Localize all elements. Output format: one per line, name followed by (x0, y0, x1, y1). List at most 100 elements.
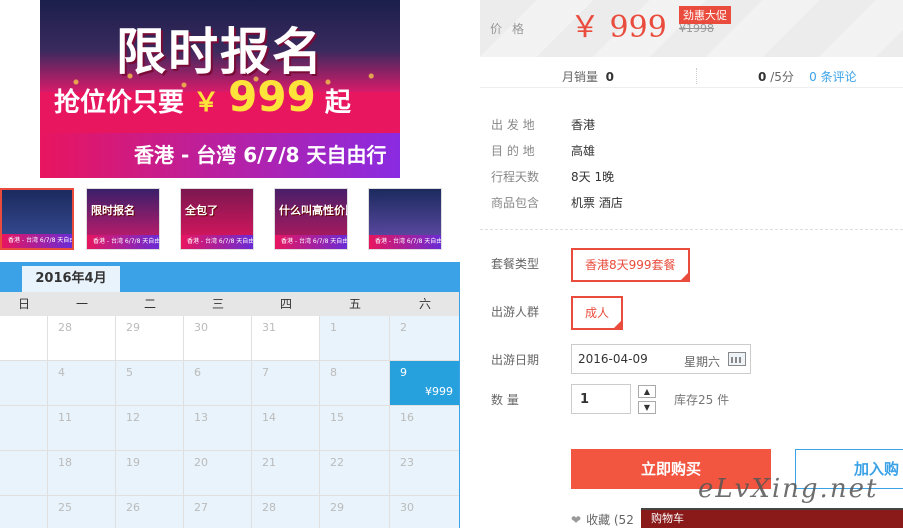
calendar-day-cell[interactable]: 25 (48, 496, 116, 528)
calendar-day-cell[interactable]: 31 (252, 316, 320, 361)
calendar-day-cell[interactable] (0, 451, 48, 496)
favorite-link[interactable]: ❤ 收藏 (52 (571, 511, 634, 528)
sales-stats: 月销量 0 0 /5分 0 条评论 (480, 62, 903, 88)
calendar-day-cell[interactable]: 9 ¥999 (390, 361, 460, 406)
calendar-day-cell[interactable]: 8 (320, 361, 390, 406)
calendar-day-cell[interactable]: 1 (320, 316, 390, 361)
package-option-button[interactable]: 香港8天999套餐 ✓ (571, 248, 690, 282)
info-row-duration: 行程天数 8天 1晚 (491, 164, 891, 190)
thumbnail-5[interactable]: 香港 - 台湾 6/7/8 天自由行 (368, 188, 442, 250)
thumbnail-bar: 香港 - 台湾 6/7/8 天自由行 (181, 235, 253, 249)
stock-text: 库存25 件 (674, 393, 730, 407)
review-link[interactable]: 0 条评论 (809, 70, 856, 84)
trip-info: 出 发 地 香港 目 的 地 高雄 行程天数 8天 1晚 商品包含 机票 酒店 (491, 112, 891, 216)
calendar-day-cell[interactable]: 23 (390, 451, 460, 496)
calendar-day-number: 6 (194, 366, 201, 379)
weekday-sat: 六 (418, 297, 431, 311)
calendar-day-cell[interactable]: 14 (252, 406, 320, 451)
calendar-day-cell[interactable] (0, 361, 48, 406)
calendar-day-cell[interactable] (0, 496, 48, 528)
info-row-includes: 商品包含 机票 酒店 (491, 190, 891, 216)
calendar-day-cell[interactable]: 12 (116, 406, 184, 451)
price-box: 价格 ￥ 999 劲惠大促 ¥1998 (480, 0, 903, 57)
calendar-day-cell[interactable]: 28 (48, 316, 116, 361)
date-label: 出游日期 (491, 353, 540, 367)
calendar-day-number: 30 (400, 501, 414, 514)
rating-value: 0 (758, 70, 767, 84)
info-value: 香港 (571, 118, 596, 132)
info-value: 高雄 (571, 144, 596, 158)
promo-banner[interactable]: 限时报名 抢位价只要 ￥ 999 起 香港 - 台湾 6/7/8 天自由行 (40, 0, 400, 178)
thumbnail-bar: 香港 - 台湾 6/7/8 天自由行 (87, 235, 159, 249)
quantity-input[interactable]: 1 (571, 384, 631, 414)
cart-tip-bar[interactable]: 购物车 (641, 508, 903, 528)
calendar-day-cell[interactable]: 11 (48, 406, 116, 451)
thumbnail-bar: 香港 - 台湾 6/7/8 天自由行 (369, 235, 441, 249)
thumbnail-1[interactable]: 香港 - 台湾 6/7/8 天自由行 (0, 188, 74, 250)
calendar-day-number: 2 (400, 321, 407, 334)
calendar-day-cell[interactable]: 2 (390, 316, 460, 361)
review-suffix: 条评论 (820, 70, 857, 84)
calendar-month-tab[interactable]: 2016年4月 (22, 266, 120, 292)
monthly-sales: 月销量 0 (562, 68, 614, 85)
thumbnail-text: 全包了 (185, 204, 218, 217)
calendar-day-cell[interactable]: 5 (116, 361, 184, 406)
quantity-increment-button[interactable]: ▲ (638, 385, 656, 398)
travel-date-input[interactable]: 2016-04-09 星期六 (571, 344, 751, 374)
monthly-sales-label: 月销量 (562, 70, 599, 84)
calendar-day-number: 28 (58, 321, 72, 334)
calendar-day-number: 13 (194, 411, 208, 424)
thumbnail-2[interactable]: 限时报名 香港 - 台湾 6/7/8 天自由行 (86, 188, 160, 250)
calendar-day-number: 29 (126, 321, 140, 334)
weekday-thu: 四 (279, 297, 292, 311)
calendar-day-cell[interactable]: 20 (184, 451, 252, 496)
calendar-day-cell[interactable]: 13 (184, 406, 252, 451)
calendar-day-cell[interactable]: 26 (116, 496, 184, 528)
calendar-day-cell[interactable]: 22 (320, 451, 390, 496)
calendar-day-cell[interactable]: 7 (252, 361, 320, 406)
check-icon: ✓ (615, 311, 622, 319)
calendar-day-cell[interactable]: 27 (184, 496, 252, 528)
calendar-day-cell[interactable]: 29 (320, 496, 390, 528)
calendar-day-cell[interactable]: 16 (390, 406, 460, 451)
cart-tip-text: 购物车 (651, 512, 684, 525)
calendar-day-cell[interactable]: 6 (184, 361, 252, 406)
calendar-day-cell[interactable] (0, 316, 48, 361)
thumbnail-text: 限时报名 (91, 204, 135, 217)
info-key: 商品包含 (491, 196, 540, 210)
calendar-day-cell[interactable]: 18 (48, 451, 116, 496)
calendar-day-cell[interactable]: 19 (116, 451, 184, 496)
quantity-label: 数 量 (491, 393, 519, 407)
calendar-day-cell[interactable]: 4 (48, 361, 116, 406)
weekday-wed: 三 (211, 297, 224, 311)
package-label: 套餐类型 (491, 257, 540, 271)
calendar-day-number: 27 (194, 501, 208, 514)
calendar-day-number: 7 (262, 366, 269, 379)
thumbnail-4[interactable]: 什么叫高性价比? 香港 - 台湾 6/7/8 天自由行 (274, 188, 348, 250)
thumbnail-3[interactable]: 全包了 香港 - 台湾 6/7/8 天自由行 (180, 188, 254, 250)
info-value: 8天 1晚 (571, 170, 615, 184)
calendar-day-cell[interactable]: 30 (184, 316, 252, 361)
calendar-day-cell[interactable]: 21 (252, 451, 320, 496)
calendar-day-cell[interactable]: 30 (390, 496, 460, 528)
thumbnail-bar: 香港 - 台湾 6/7/8 天自由行 (275, 235, 347, 249)
original-price: ¥1998 (679, 22, 714, 35)
heart-icon: ❤ (571, 513, 582, 527)
calendar-border (459, 292, 460, 528)
banner-route: 香港 - 台湾 6/7/8 天自由行 (40, 133, 400, 178)
calendar-day-cell[interactable] (0, 406, 48, 451)
info-row-departure: 出 发 地 香港 (491, 112, 891, 138)
calendar-day-cell[interactable]: 29 (116, 316, 184, 361)
calendar-icon[interactable] (728, 352, 746, 366)
calendar-day-number: 23 (400, 456, 414, 469)
rating-summary: 0 /5分 0 条评论 (758, 68, 857, 85)
calendar-day-cell[interactable]: 15 (320, 406, 390, 451)
info-key: 行程天数 (491, 170, 540, 184)
calendar-day-number: 20 (194, 456, 208, 469)
quantity-decrement-button[interactable]: ▼ (638, 401, 656, 414)
crowd-option-button[interactable]: 成人 ✓ (571, 296, 624, 330)
calendar-day-price: ¥999 (425, 385, 453, 398)
calendar-day-number: 21 (262, 456, 276, 469)
calendar-day-cell[interactable]: 28 (252, 496, 320, 528)
watermark-logo: eLvXing.net (698, 474, 879, 504)
